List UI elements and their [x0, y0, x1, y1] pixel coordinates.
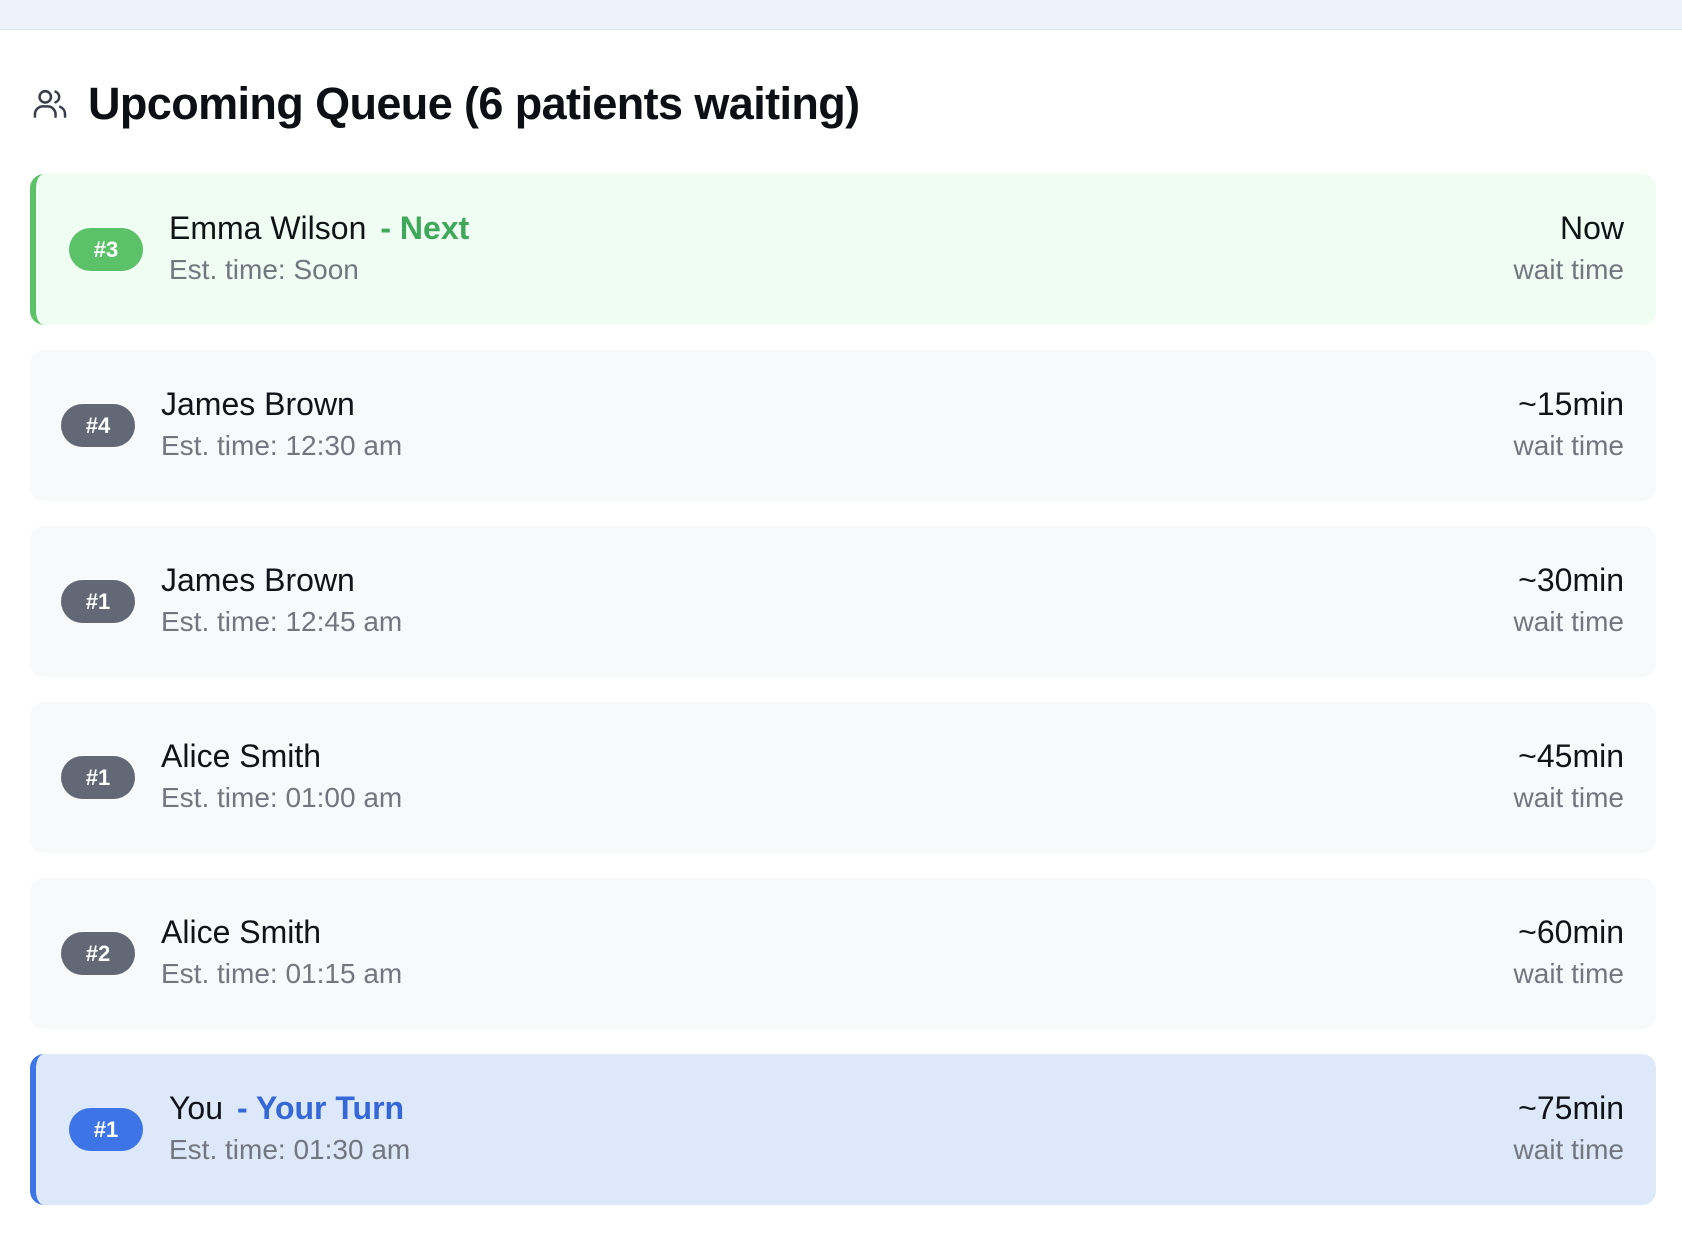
estimated-time: Est. time: 12:45 am [161, 606, 403, 637]
queue-position-badge: #1 [69, 1108, 143, 1151]
wait-value: ~45min [1518, 738, 1624, 774]
wait-label: wait time [1513, 430, 1624, 461]
estimated-time: Est. time: 12:30 am [161, 430, 403, 461]
queue-list: #3 Emma Wilson - Next Est. time: Soon Now… [30, 174, 1656, 1230]
wait-value: ~60min [1518, 914, 1624, 950]
queue-item[interactable]: #2 Alice Smith Est. time: 01:15 am ~60mi… [30, 878, 1656, 1029]
queue-item-you[interactable]: #1 You - Your Turn Est. time: 01:30 am ~7… [30, 1054, 1656, 1205]
page-title: Upcoming Queue (6 patients waiting) [88, 78, 860, 129]
wait-value: Now [1559, 210, 1624, 246]
queue-header: Upcoming Queue (6 patients waiting) [30, 72, 860, 136]
wait-value: ~30min [1518, 562, 1624, 598]
wait-label: wait time [1513, 1134, 1624, 1165]
queue-position-badge: #2 [61, 932, 135, 975]
patient-info: Emma Wilson - Next Est. time: Soon [169, 208, 469, 288]
queue-item[interactable]: #1 Alice Smith Est. time: 01:00 am ~45mi… [30, 702, 1656, 853]
wait-label: wait time [1513, 606, 1624, 637]
queue-position-badge: #4 [61, 404, 135, 447]
status-tag: - Your Turn [237, 1090, 405, 1126]
queue-item-next[interactable]: #3 Emma Wilson - Next Est. time: Soon Now… [30, 174, 1656, 325]
estimated-time: Est. time: Soon [169, 254, 359, 285]
wait-info: ~30min wait time [1514, 560, 1624, 640]
wait-info: ~75min wait time [1514, 1088, 1624, 1168]
queue-item[interactable]: #4 James Brown Est. time: 12:30 am ~15mi… [30, 350, 1656, 501]
wait-info: Now wait time [1514, 208, 1624, 288]
estimated-time: Est. time: 01:00 am [161, 782, 403, 813]
patient-info: You - Your Turn Est. time: 01:30 am [169, 1088, 410, 1168]
estimated-time: Est. time: 01:30 am [169, 1134, 411, 1165]
queue-item[interactable]: #1 James Brown Est. time: 12:45 am ~30mi… [30, 526, 1656, 677]
wait-info: ~60min wait time [1514, 912, 1624, 992]
patient-info: Alice Smith Est. time: 01:15 am [161, 912, 402, 992]
wait-value: ~15min [1518, 386, 1624, 422]
patient-info: Alice Smith Est. time: 01:00 am [161, 736, 402, 816]
wait-info: ~45min wait time [1514, 736, 1624, 816]
estimated-time: Est. time: 01:15 am [161, 958, 403, 989]
users-icon [30, 84, 70, 124]
patient-name: Alice Smith [161, 914, 322, 950]
patient-info: James Brown Est. time: 12:30 am [161, 384, 402, 464]
queue-position-badge: #3 [69, 228, 143, 271]
patient-info: James Brown Est. time: 12:45 am [161, 560, 402, 640]
top-bar [0, 0, 1682, 30]
status-tag: - Next [380, 210, 470, 246]
patient-name: James Brown [161, 562, 355, 598]
wait-value: ~75min [1518, 1090, 1624, 1126]
patient-name: Emma Wilson [169, 210, 367, 246]
patient-name: James Brown [161, 386, 355, 422]
queue-position-badge: #1 [61, 756, 135, 799]
wait-label: wait time [1513, 254, 1624, 285]
wait-label: wait time [1513, 782, 1624, 813]
patient-name: Alice Smith [161, 738, 322, 774]
patient-name: You [169, 1090, 223, 1126]
wait-label: wait time [1513, 958, 1624, 989]
queue-position-badge: #1 [61, 580, 135, 623]
wait-info: ~15min wait time [1514, 384, 1624, 464]
